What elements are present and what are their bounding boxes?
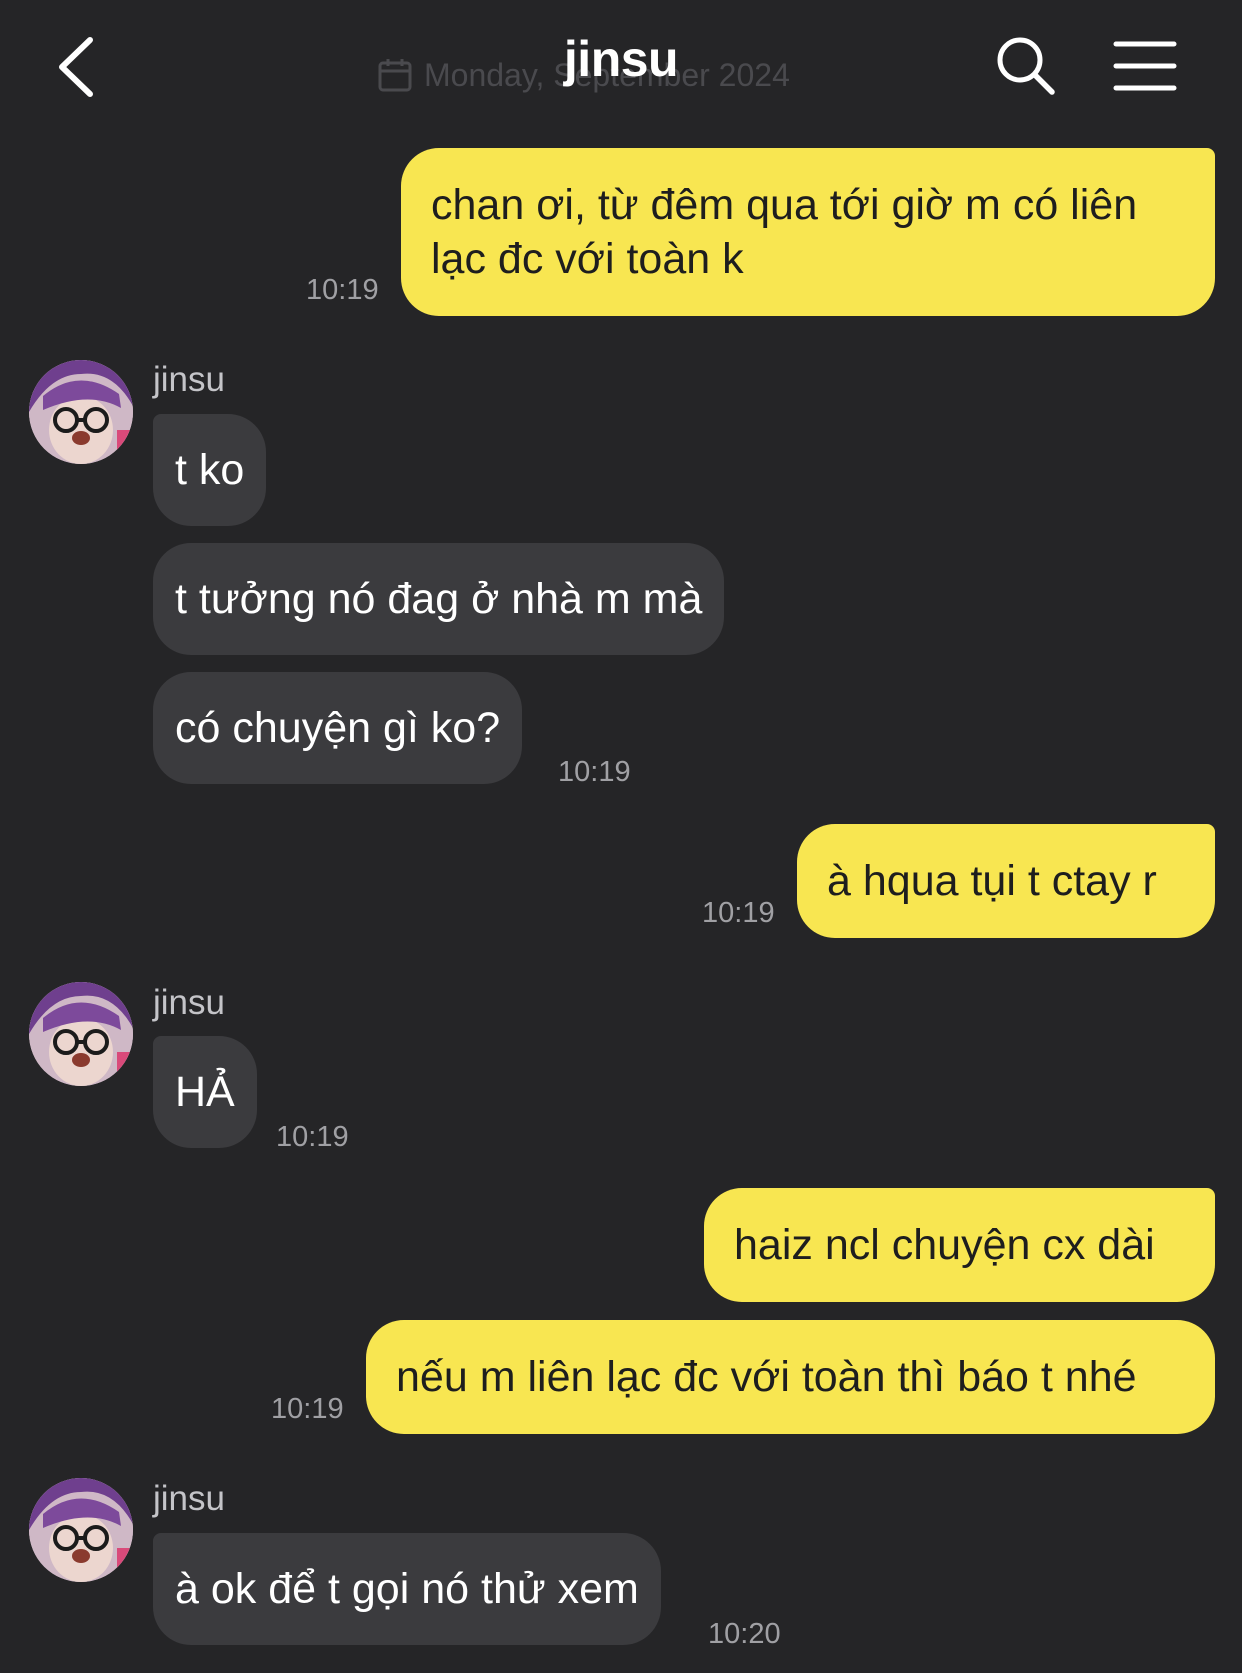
avatar[interactable] [29, 1478, 133, 1582]
message-text: nếu m liên lạc đc với toàn thì báo t nhé [396, 1353, 1137, 1401]
sender-name: jinsu [153, 983, 225, 1022]
menu-button[interactable] [1112, 36, 1178, 96]
message-bubble-outgoing[interactable]: à hqua tụi t ctay r [797, 824, 1215, 938]
message-time: 10:19 [702, 897, 775, 929]
message-bubble-outgoing[interactable]: chan ơi, từ đêm qua tới giờ m có liên lạ… [401, 148, 1215, 316]
message-text: HẢ [175, 1068, 235, 1116]
message-bubble-outgoing[interactable]: haiz ncl chuyện cx dài [704, 1188, 1215, 1302]
message-text: có chuyện gì ko? [175, 704, 501, 752]
chat-header: Monday, September 2024 jinsu [0, 0, 1242, 140]
search-button[interactable] [994, 34, 1058, 98]
message-text: haiz ncl chuyện cx dài [734, 1221, 1155, 1269]
sender-name: jinsu [153, 360, 225, 399]
message-bubble-incoming[interactable]: t ko [153, 414, 267, 526]
message-text: t ko [175, 446, 245, 494]
message-bubble-incoming[interactable]: HẢ [153, 1036, 257, 1148]
message-bubble-incoming[interactable]: à ok để t gọi nó thử xem [153, 1533, 661, 1645]
avatar[interactable] [29, 360, 133, 464]
profile-photo-icon [29, 1478, 133, 1582]
message-bubble-incoming[interactable]: có chuyện gì ko? [153, 672, 523, 784]
sender-name: jinsu [153, 1479, 225, 1518]
search-icon [997, 37, 1055, 95]
message-text: à ok để t gọi nó thử xem [175, 1565, 639, 1613]
message-time: 10:19 [276, 1121, 349, 1153]
message-time: 10:20 [708, 1618, 781, 1650]
message-text: chan ơi, từ đêm qua tới giờ m có liên lạ… [431, 181, 1138, 283]
message-bubble-outgoing[interactable]: nếu m liên lạc đc với toàn thì báo t nhé [366, 1320, 1215, 1434]
avatar[interactable] [29, 982, 133, 1086]
message-time: 10:19 [271, 1393, 344, 1425]
message-time: 10:19 [558, 756, 631, 788]
message-text: à hqua tụi t ctay r [827, 857, 1157, 905]
message-bubble-incoming[interactable]: t tưởng nó đag ở nhà m mà [153, 543, 725, 655]
message-text: t tưởng nó đag ở nhà m mà [175, 575, 703, 623]
hamburger-menu-icon [1113, 41, 1177, 91]
profile-photo-icon [29, 360, 133, 464]
profile-photo-icon [29, 982, 133, 1086]
message-time: 10:19 [306, 274, 379, 306]
